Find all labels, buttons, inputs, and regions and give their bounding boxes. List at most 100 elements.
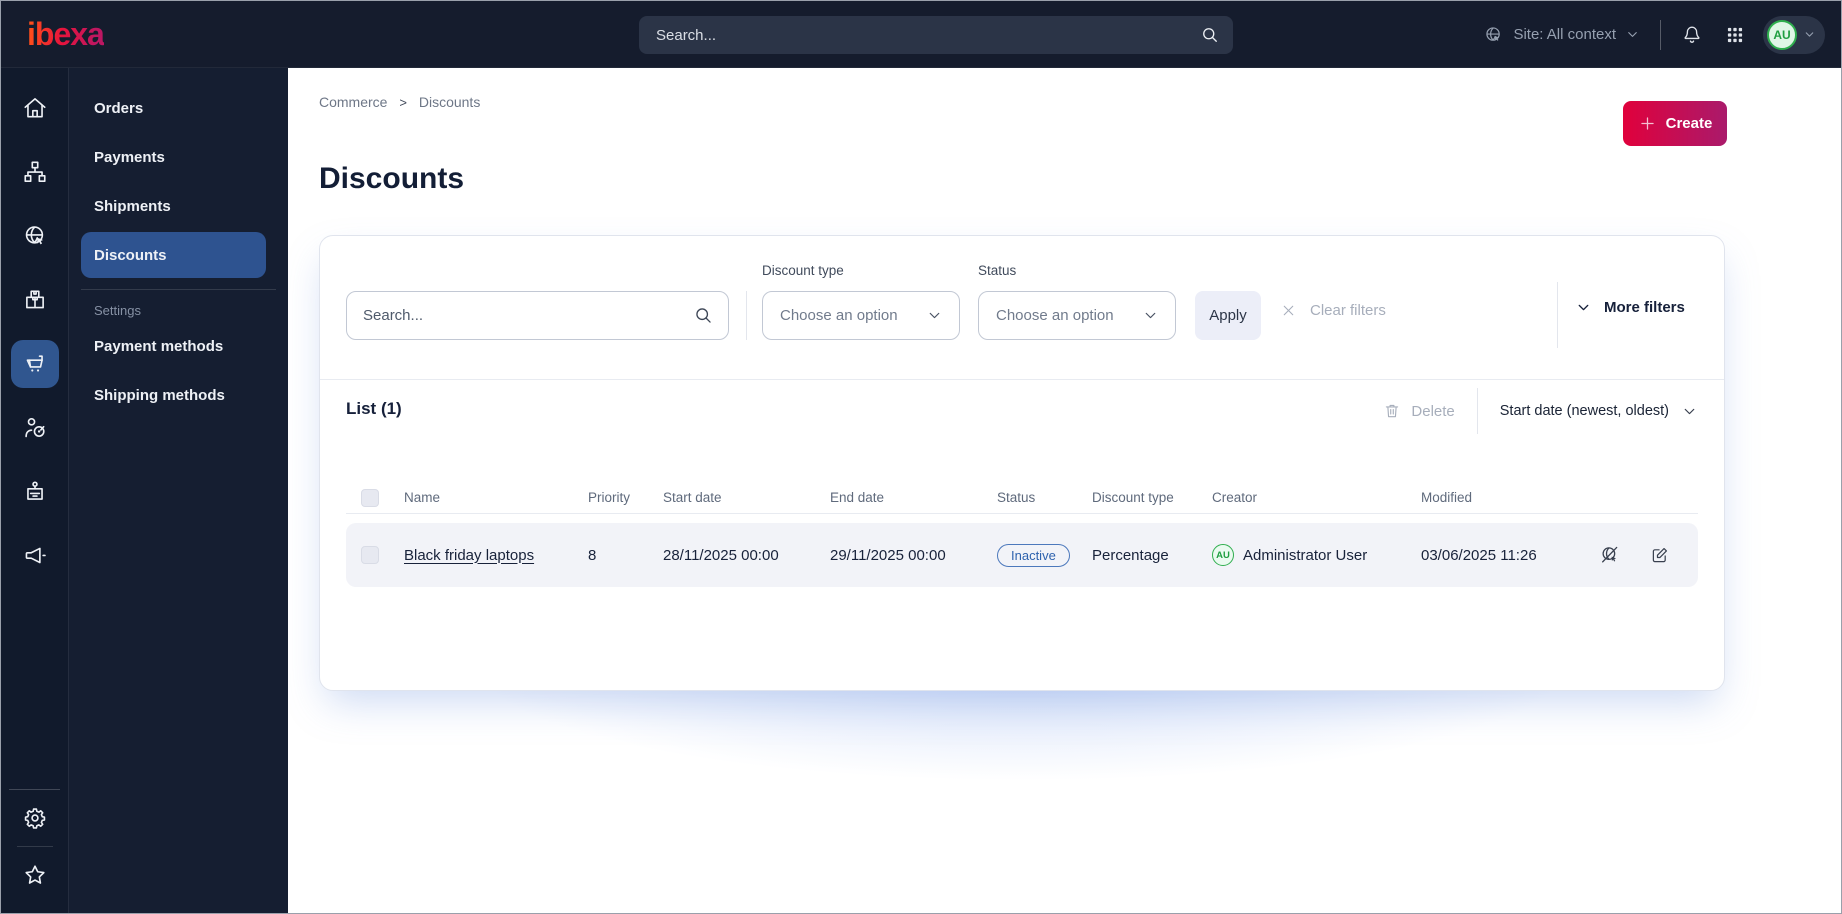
search-icon[interactable] — [1200, 25, 1220, 45]
rail-item-settings[interactable] — [11, 794, 59, 842]
rail-divider — [16, 846, 53, 847]
discount-type-cell: Percentage — [1092, 546, 1169, 564]
row-actions — [1587, 544, 1698, 566]
more-filters-button[interactable]: More filters — [1575, 299, 1685, 316]
ibexa-logo: ibexa — [27, 15, 105, 52]
user-menu[interactable]: AU — [1763, 15, 1825, 54]
clear-filters-button[interactable]: Clear filters — [1280, 302, 1386, 319]
column-header-name: Name — [404, 490, 441, 505]
plus-icon — [1638, 114, 1657, 133]
breadcrumb: Commerce > Discounts — [319, 94, 480, 110]
rail-item-site-context[interactable] — [11, 212, 59, 260]
filter-divider — [746, 291, 747, 340]
rail-item-marketing[interactable] — [11, 532, 59, 580]
home-icon — [22, 95, 48, 121]
globe-icon — [1483, 24, 1504, 45]
trash-icon — [1383, 402, 1401, 420]
avatar: AU — [1767, 19, 1797, 50]
page-title: Discounts — [319, 162, 465, 195]
status-dropdown[interactable]: Choose an option — [978, 291, 1176, 340]
app-grid-icon[interactable] — [1725, 25, 1745, 45]
topbar-divider — [1660, 19, 1661, 50]
sort-dropdown[interactable]: Start date (newest, oldest) — [1500, 403, 1698, 420]
global-search-input[interactable] — [639, 26, 1200, 44]
apply-button[interactable]: Apply — [1195, 291, 1261, 340]
sidebar-item-payments[interactable]: Payments — [81, 134, 266, 180]
sort-dropdown-value: Start date (newest, oldest) — [1499, 403, 1669, 419]
breadcrumb-commerce[interactable]: Commerce — [319, 94, 387, 110]
create-button-label: Create — [1665, 115, 1713, 132]
discount-type-dropdown[interactable]: Choose an option — [762, 291, 960, 340]
create-button[interactable]: Create — [1623, 101, 1727, 146]
rail-item-site-tree[interactable] — [11, 148, 59, 196]
column-header-start-date: Start date — [663, 490, 722, 505]
breadcrumb-discounts[interactable]: Discounts — [419, 94, 480, 110]
chevron-down-icon — [1681, 403, 1698, 420]
filter-search-input[interactable] — [347, 307, 693, 324]
column-header-discount-type: Discount type — [1092, 490, 1174, 505]
rail-item-bookmarks[interactable] — [11, 851, 59, 899]
creator-avatar: AU — [1212, 544, 1234, 566]
sitemap-icon — [22, 159, 48, 185]
status-badge: Inactive — [997, 543, 1070, 567]
sidebar-item-label: Payment methods — [94, 337, 224, 355]
column-header-creator: Creator — [1212, 490, 1258, 505]
close-icon — [1280, 302, 1297, 319]
select-all-checkbox[interactable] — [361, 488, 379, 507]
app-window: ibexa Site: All context — [0, 0, 1842, 914]
rail-item-commerce[interactable] — [10, 340, 59, 388]
column-header-modified: Modified — [1421, 490, 1473, 505]
end-date-cell: 29/11/2025 00:00 — [830, 546, 946, 564]
discounts-card: Discount type Choose an option Status Ch… — [319, 235, 1725, 691]
search-icon — [693, 305, 714, 326]
gear-icon — [22, 805, 48, 831]
clear-filters-label: Clear filters — [1310, 302, 1386, 319]
sidebar-item-shipping-methods[interactable]: Shipping methods — [81, 372, 266, 418]
top-bar: ibexa Site: All context — [1, 1, 1841, 68]
rail-item-home[interactable] — [11, 84, 59, 132]
discounts-table: Name Priority Start date End date Status… — [346, 482, 1698, 587]
rail-divider — [9, 789, 60, 790]
breadcrumb-separator: > — [399, 95, 407, 110]
filter-bar: Discount type Choose an option Status Ch… — [320, 236, 1724, 380]
column-header-priority: Priority — [588, 490, 631, 505]
sidebar-item-discounts[interactable]: Discounts — [81, 232, 266, 278]
more-filters-label: More filters — [1604, 299, 1685, 316]
column-header-status: Status — [997, 490, 1036, 505]
megaphone-icon — [22, 543, 48, 569]
sidebar-item-label: Shipments — [94, 197, 171, 215]
list-controls: Delete Start date (newest, oldest) — [1383, 388, 1698, 434]
status-label: Status — [978, 263, 1017, 278]
notifications-bell-icon[interactable] — [1681, 24, 1703, 46]
star-icon — [22, 862, 48, 888]
creator-name: Administrator User — [1243, 546, 1368, 564]
preview-disabled-icon[interactable] — [1599, 544, 1621, 566]
row-checkbox[interactable] — [361, 546, 379, 564]
column-header-end-date: End date — [830, 490, 885, 505]
rail-item-products[interactable] — [11, 276, 59, 324]
status-value: Choose an option — [996, 307, 1114, 324]
topbar-right-group: Site: All context AU — [1483, 1, 1825, 68]
sidebar-item-orders[interactable]: Orders — [81, 85, 266, 131]
sidebar-item-shipments[interactable]: Shipments — [81, 183, 266, 229]
globe-cursor-icon — [22, 223, 48, 249]
rail-item-customers[interactable] — [11, 404, 59, 452]
creator-cell: AU Administrator User — [1200, 544, 1409, 566]
icon-rail — [1, 68, 68, 913]
discount-type-value: Choose an option — [780, 307, 898, 324]
sidebar-item-payment-methods[interactable]: Payment methods — [81, 323, 266, 369]
main-content: Commerce > Discounts Create Discounts Di… — [288, 68, 1841, 913]
discount-name-link[interactable]: Black friday laptops — [404, 547, 534, 564]
sidebar-item-label: Orders — [94, 99, 144, 117]
rail-item-corporate[interactable] — [11, 468, 59, 516]
cart-icon — [22, 351, 48, 377]
list-controls-divider — [1476, 388, 1478, 434]
edit-icon[interactable] — [1649, 545, 1670, 566]
filter-search — [346, 291, 729, 340]
customer-target-icon — [22, 415, 48, 441]
delete-button[interactable]: Delete — [1383, 402, 1455, 420]
discount-type-label: Discount type — [762, 263, 844, 278]
modified-cell: 03/06/2025 11:26 — [1421, 546, 1537, 564]
site-context-selector[interactable]: Site: All context — [1483, 24, 1640, 45]
site-context-label: Site: All context — [1513, 26, 1616, 43]
